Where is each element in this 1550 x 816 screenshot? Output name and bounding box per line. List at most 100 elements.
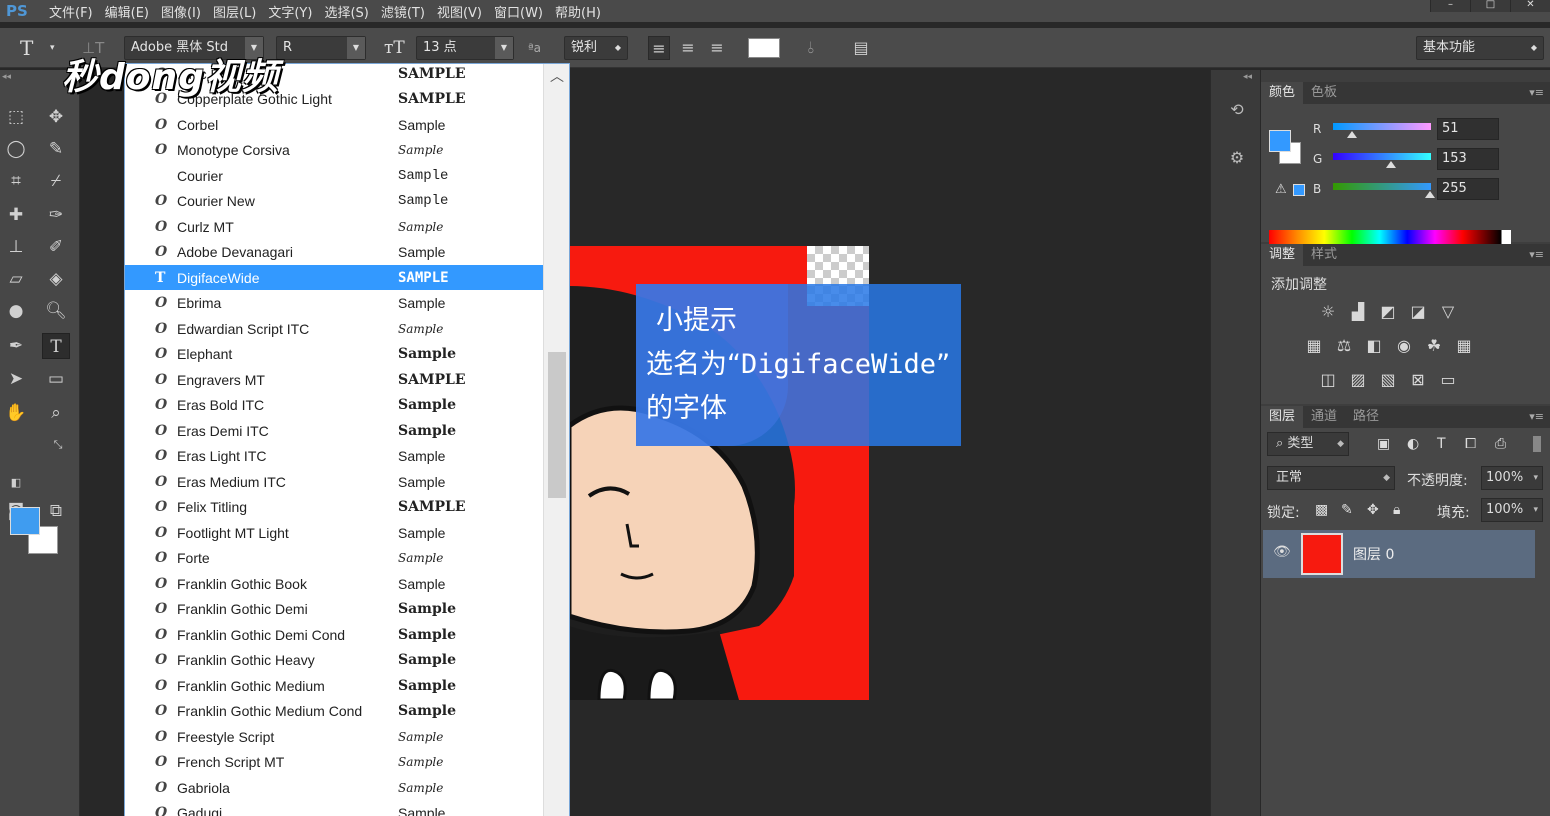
- blur-tool-icon[interactable]: ●: [2, 298, 30, 324]
- align-center-icon[interactable]: ≡: [677, 36, 699, 60]
- visibility-eye-icon[interactable]: 👁︎: [1273, 544, 1291, 560]
- swap-colors-icon[interactable]: ⤡: [44, 432, 72, 458]
- crop-tool-icon[interactable]: ⌗: [2, 168, 30, 194]
- font-item[interactable]: O Corbel Sample: [125, 112, 543, 137]
- tab-channels[interactable]: 通道: [1303, 406, 1345, 428]
- g-slider[interactable]: G 153: [1261, 148, 1550, 174]
- lock-position-icon[interactable]: ✥: [1367, 502, 1379, 518]
- brush-tool-icon[interactable]: ✑: [42, 202, 70, 228]
- font-item[interactable]: O Gadugi Sample: [125, 801, 543, 816]
- r-track[interactable]: [1333, 123, 1431, 130]
- lock-transparent-icon[interactable]: ▩: [1315, 502, 1328, 518]
- font-item[interactable]: O Elephant Sample: [125, 342, 543, 367]
- font-size-dropdown[interactable]: 13 点 ▼: [416, 36, 514, 60]
- maximize-icon[interactable]: □: [1470, 0, 1510, 12]
- warp-text-icon[interactable]: ⫰: [800, 36, 822, 60]
- color-foreground-swatch[interactable]: [1269, 130, 1291, 152]
- menu-file[interactable]: 文件(F): [46, 2, 102, 21]
- menu-type[interactable]: 文字(Y): [265, 2, 321, 21]
- filter-adjustment-icon[interactable]: ◐: [1407, 436, 1419, 452]
- filter-smart-object-icon[interactable]: ⎙: [1495, 436, 1506, 452]
- marquee-tool-icon[interactable]: ⬚: [2, 104, 30, 130]
- quick-select-tool-icon[interactable]: ✎: [42, 136, 70, 162]
- color-balance-icon[interactable]: ⚖: [1333, 336, 1355, 356]
- hue-saturation-icon[interactable]: ▦: [1303, 336, 1325, 356]
- filter-type-icon[interactable]: T: [1437, 436, 1446, 452]
- menu-filter[interactable]: 滤镜(T): [378, 2, 434, 21]
- panel-menu-icon[interactable]: ▾≡: [1529, 410, 1544, 423]
- panel-menu-icon[interactable]: ▾≡: [1529, 248, 1544, 261]
- font-item[interactable]: O Eras Bold ITC Sample: [125, 393, 543, 418]
- threshold-icon[interactable]: ▧: [1377, 370, 1399, 390]
- font-item[interactable]: O Franklin Gothic Medium Cond Sample: [125, 699, 543, 724]
- close-icon[interactable]: ✕: [1510, 0, 1550, 12]
- path-select-tool-icon[interactable]: ➤: [2, 366, 30, 392]
- layer-row[interactable]: 👁︎ 图层 0: [1263, 530, 1535, 578]
- layer-filter-dropdown[interactable]: ⌕ 类型 ◆: [1267, 432, 1349, 456]
- paint-bucket-tool-icon[interactable]: ◈: [42, 266, 70, 292]
- r-slider[interactable]: R 51: [1261, 118, 1550, 144]
- r-value[interactable]: 51: [1437, 118, 1499, 140]
- tab-color[interactable]: 颜色: [1261, 82, 1304, 104]
- invert-icon[interactable]: ◫: [1317, 370, 1339, 390]
- gradient-map-icon[interactable]: ▭: [1437, 370, 1459, 390]
- font-item[interactable]: O Forte Sample: [125, 546, 543, 571]
- zoom-tool-icon[interactable]: ⌕: [42, 400, 70, 426]
- tab-layers[interactable]: 图层: [1261, 406, 1304, 428]
- font-item[interactable]: O Franklin Gothic Heavy Sample: [125, 648, 543, 673]
- collapse-icon[interactable]: ◂◂: [1243, 72, 1252, 82]
- curves-icon[interactable]: ◩: [1377, 302, 1399, 322]
- collapse-icon[interactable]: ◂◂: [2, 72, 11, 82]
- rectangle-tool-icon[interactable]: ▭: [42, 366, 70, 392]
- clone-stamp-tool-icon[interactable]: ⊥: [2, 234, 30, 260]
- eraser-tool-icon[interactable]: ▱: [2, 266, 30, 292]
- opacity-input[interactable]: 100% ▾: [1481, 466, 1543, 490]
- font-item[interactable]: O Eras Demi ITC Sample: [125, 418, 543, 443]
- b-track[interactable]: [1333, 183, 1431, 190]
- align-right-icon[interactable]: ≡: [706, 36, 728, 60]
- menu-help[interactable]: 帮助(H): [552, 2, 610, 21]
- tab-adjustments[interactable]: 调整: [1261, 244, 1304, 266]
- font-item[interactable]: O Curlz MT Sample: [125, 214, 543, 239]
- text-color-swatch[interactable]: [748, 38, 780, 58]
- align-left-icon[interactable]: ≡: [648, 36, 670, 60]
- b-value[interactable]: 255: [1437, 178, 1499, 200]
- g-track[interactable]: [1333, 153, 1431, 160]
- font-item[interactable]: O Gabriola Sample: [125, 775, 543, 800]
- healing-brush-tool-icon[interactable]: ✚: [2, 202, 30, 228]
- filter-pixel-icon[interactable]: ▣: [1377, 436, 1390, 452]
- pen-tool-icon[interactable]: ✒: [2, 333, 30, 359]
- channel-mixer-icon[interactable]: ☘: [1423, 336, 1445, 356]
- g-knob[interactable]: [1386, 161, 1396, 168]
- tab-swatches[interactable]: 色板: [1303, 82, 1345, 104]
- font-item[interactable]: O Felix Titling SAMPLE: [125, 495, 543, 520]
- antialias-dropdown[interactable]: 锐利 ◆: [564, 36, 628, 60]
- lock-image-icon[interactable]: ✎: [1341, 502, 1353, 518]
- font-item[interactable]: O Footlight MT Light Sample: [125, 520, 543, 545]
- scrollbar-thumb[interactable]: [548, 352, 566, 498]
- font-item[interactable]: O Franklin Gothic Demi Sample: [125, 597, 543, 622]
- minimize-icon[interactable]: –: [1430, 0, 1470, 12]
- blend-mode-dropdown[interactable]: 正常 ◆: [1267, 466, 1395, 490]
- lock-all-icon[interactable]: 🔒︎: [1393, 502, 1400, 518]
- character-panel-icon[interactable]: ▤: [850, 36, 872, 60]
- selective-color-icon[interactable]: ⊠: [1407, 370, 1429, 390]
- menu-window[interactable]: 窗口(W): [491, 2, 552, 21]
- posterize-icon[interactable]: ▨: [1347, 370, 1369, 390]
- font-item[interactable]: O Engravers MT SAMPLE: [125, 367, 543, 392]
- menu-image[interactable]: 图像(I): [158, 2, 210, 21]
- font-item-selected[interactable]: T DigifaceWide SAMPLE: [125, 265, 543, 290]
- fill-input[interactable]: 100% ▾: [1481, 498, 1543, 522]
- font-style-dropdown[interactable]: R ▼: [276, 36, 366, 60]
- font-family-list[interactable]: O ...hic Bold SAMPLE O Copperplate Gothic Li…: [124, 63, 570, 816]
- scroll-up-icon[interactable]: ︿: [550, 66, 564, 86]
- font-item[interactable]: O Ebrima Sample: [125, 291, 543, 316]
- menu-layer[interactable]: 图层(L): [210, 2, 265, 21]
- exposure-icon[interactable]: ◪: [1407, 302, 1429, 322]
- tool-preset-arrow-icon[interactable]: ▾: [50, 36, 55, 60]
- screen-mode-icon[interactable]: ⧉: [42, 498, 70, 524]
- type-tool-icon[interactable]: T: [20, 36, 33, 60]
- font-item[interactable]: O Franklin Gothic Medium Sample: [125, 673, 543, 698]
- vibrance-icon[interactable]: ▽: [1437, 302, 1459, 322]
- font-item[interactable]: O Edwardian Script ITC Sample: [125, 316, 543, 341]
